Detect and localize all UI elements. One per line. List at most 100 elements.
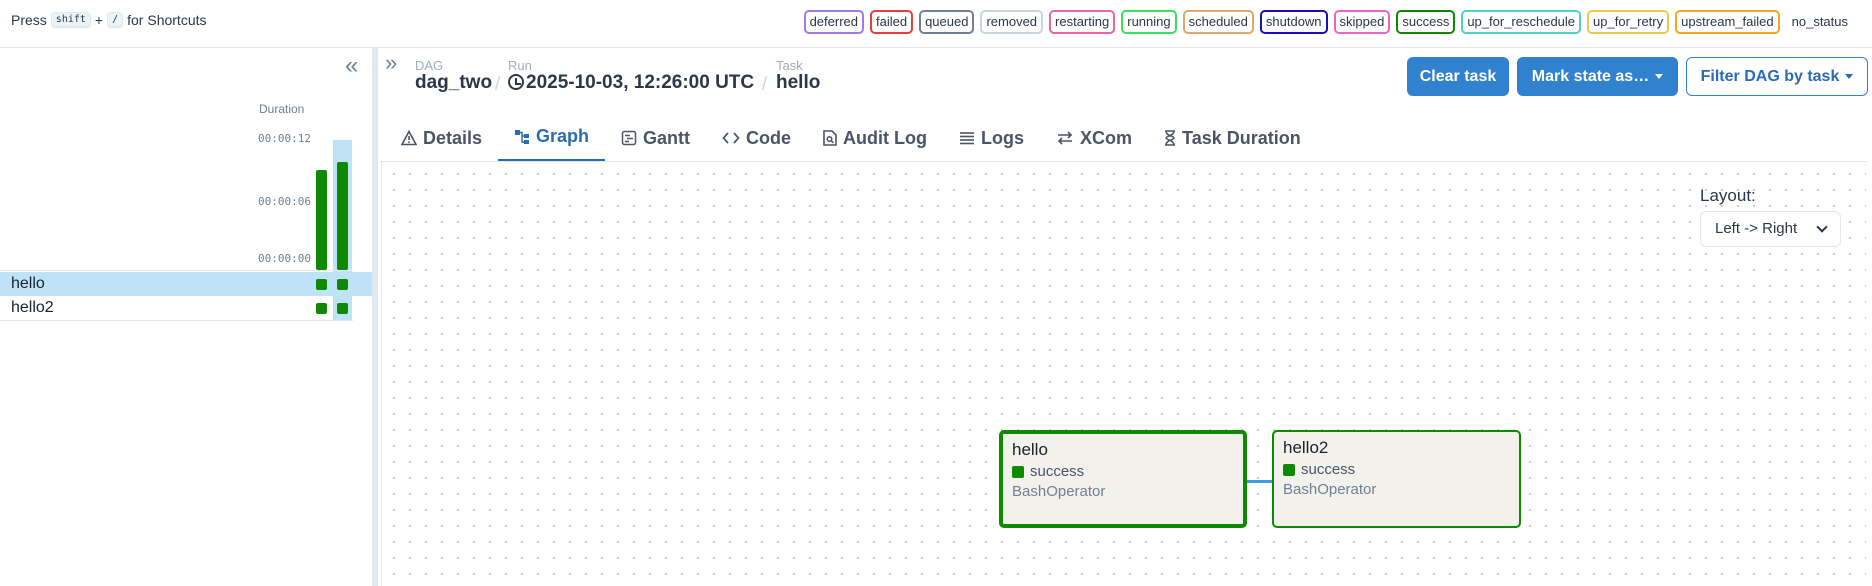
legend-chip-skipped[interactable]: skipped (1333, 10, 1391, 34)
mark-state-label: Mark state as… (1531, 67, 1650, 85)
node-name: hello (1012, 440, 1048, 459)
breadcrumb-run-label: Run (508, 58, 532, 73)
tab-label: Code (746, 127, 792, 148)
task-instance-square[interactable] (316, 303, 327, 314)
clock-icon (508, 74, 524, 90)
shortcut-hint: Press shift + / for Shortcuts (11, 12, 207, 28)
tab-label: Audit Log (843, 127, 928, 148)
warning-icon (401, 130, 417, 146)
tab-label: Gantt (643, 127, 691, 148)
legend-chip-up-for-reschedule[interactable]: up_for_reschedule (1461, 10, 1582, 34)
file-search-icon (823, 130, 837, 146)
tab-code[interactable]: Code (706, 114, 807, 162)
tab-gantt[interactable]: Gantt (605, 114, 706, 162)
tab-task-duration[interactable]: Task Duration (1148, 114, 1317, 162)
graph-node-hello[interactable]: hello success BashOperator (999, 430, 1247, 528)
tab-label: Logs (981, 127, 1025, 148)
legend-chip-restarting[interactable]: restarting (1049, 10, 1116, 34)
clear-task-label: Clear task (1419, 67, 1497, 85)
caret-down-icon (1845, 74, 1854, 79)
mark-state-button[interactable]: Mark state as… (1517, 57, 1678, 96)
tab-label: XCom (1080, 127, 1133, 148)
layout-label: Layout: (1700, 186, 1756, 205)
breadcrumb-dag-value: dag_two (415, 72, 493, 93)
task-instance-square[interactable] (337, 279, 348, 290)
breadcrumb-dag[interactable]: DAG dag_two (415, 58, 492, 94)
legend-chip-running[interactable]: running (1121, 10, 1177, 34)
node-operator: BashOperator (1283, 481, 1377, 498)
collapse-grid-icon[interactable]: « (345, 52, 358, 80)
layout-select-value: Left -> Right (1715, 220, 1798, 237)
chevron-down-icon (1816, 221, 1828, 233)
legend-chip-no-status[interactable]: no_status (1785, 10, 1854, 34)
hourglass-icon (1165, 130, 1176, 146)
legend-chip-up-for-retry[interactable]: up_for_retry (1587, 10, 1670, 34)
filter-dag-button[interactable]: Filter DAG by task (1686, 57, 1868, 96)
node-state: success (1283, 461, 1510, 478)
tab-audit-log[interactable]: Audit Log (807, 114, 943, 162)
duration-tick: 00:00:06 (258, 195, 311, 208)
filter-dag-label: Filter DAG by task (1700, 67, 1840, 85)
run-duration-bar[interactable] (316, 170, 327, 270)
graph-icon (515, 129, 530, 144)
duration-tick: 00:00:12 (258, 132, 311, 145)
tab-logs[interactable]: Logs (943, 114, 1040, 162)
grid-row-line (0, 320, 353, 321)
tab-label: Graph (536, 126, 590, 146)
breadcrumb-task-label: Task (776, 58, 803, 73)
clear-task-button[interactable]: Clear task (1407, 57, 1509, 96)
legend-chip-success[interactable]: success (1396, 10, 1456, 34)
legend-chip-upstream-failed[interactable]: upstream_failed (1675, 10, 1780, 34)
tab-label: Task Duration (1182, 127, 1301, 148)
legend-chip-removed[interactable]: removed (980, 10, 1044, 34)
task-row-label: hello2 (11, 299, 54, 316)
graph-edge (1244, 480, 1272, 483)
legend-chip-deferred[interactable]: deferred (803, 10, 864, 34)
graph-node-hello2[interactable]: hello2 success BashOperator (1272, 430, 1521, 528)
legend-chip-scheduled[interactable]: scheduled (1182, 10, 1254, 34)
task-instance-square[interactable] (316, 279, 327, 290)
expand-panel-icon[interactable]: » (385, 50, 397, 76)
exchange-icon (1057, 131, 1073, 145)
breadcrumb-task[interactable]: Task hello (776, 58, 820, 94)
state-square-icon (1012, 465, 1024, 478)
node-state: success (1012, 463, 1234, 480)
tab-details[interactable]: Details (385, 114, 498, 162)
breadcrumb-run-value: 2025-10-03, 12:26:00 UTC (526, 72, 755, 93)
panel-resize-handle[interactable] (372, 48, 378, 586)
shortcut-suffix: for Shortcuts (127, 12, 207, 28)
task-row-label: hello (11, 275, 45, 292)
node-state-label: success (1301, 461, 1356, 478)
duration-title: Duration (259, 102, 305, 116)
breadcrumb-dag-label: DAG (415, 58, 444, 73)
list-icon (960, 132, 975, 145)
task-instance-square[interactable] (337, 303, 348, 314)
code-icon (722, 132, 740, 144)
duration-tick: 00:00:00 (258, 252, 311, 265)
shortcut-press: Press (11, 12, 47, 28)
layout-select[interactable]: Left -> Right (1700, 211, 1841, 247)
legend-chip-queued[interactable]: queued (919, 10, 975, 34)
run-duration-bar[interactable] (337, 161, 348, 270)
tab-graph[interactable]: Graph (498, 114, 606, 162)
shortcut-plus: + (94, 12, 104, 28)
legend-chip-shutdown[interactable]: shutdown (1259, 10, 1328, 34)
tab-bar: Details Graph Gantt Code Audit Log Logs … (385, 114, 1317, 162)
gantt-icon (621, 130, 637, 146)
node-operator: BashOperator (1012, 483, 1106, 500)
breadcrumb-separator: / (495, 74, 501, 94)
state-square-icon (1283, 463, 1295, 476)
shift-key: shift (50, 12, 91, 28)
tab-xcom[interactable]: XCom (1040, 114, 1148, 162)
breadcrumb-run[interactable]: Run 2025-10-03, 12:26:00 UTC (508, 58, 754, 94)
tab-label: Details (423, 127, 483, 148)
breadcrumb-separator: / (762, 74, 768, 94)
node-state-label: success (1030, 463, 1085, 480)
grid-axis-line (0, 270, 353, 271)
breadcrumb-task-value: hello (776, 72, 821, 93)
state-legend: deferred failed queued removed restarting run… (803, 10, 1872, 34)
node-name: hello2 (1283, 438, 1329, 457)
top-bar: Press shift + / for Shortcuts deferred fa… (0, 0, 1872, 48)
legend-chip-failed[interactable]: failed (869, 10, 914, 34)
grid-panel: « Duration 00:00:12 00:00:06 00:00:00 he… (0, 48, 372, 586)
